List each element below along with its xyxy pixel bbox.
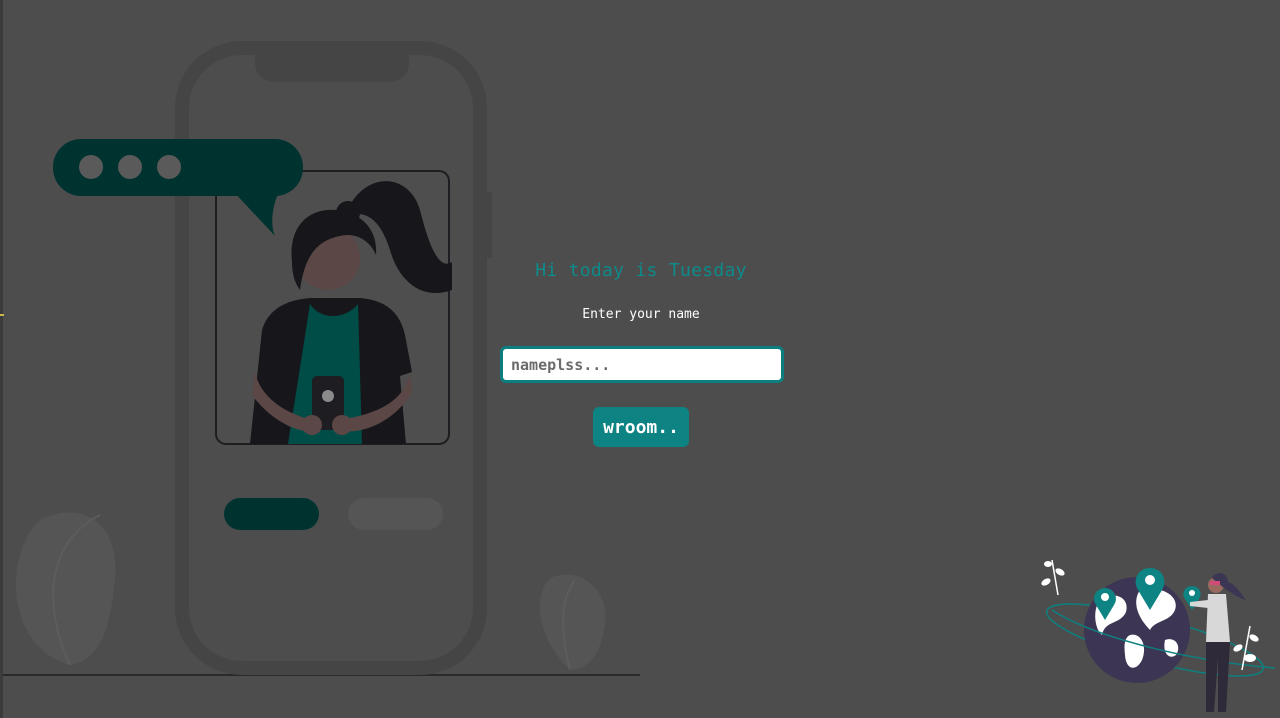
submit-button[interactable]: wroom.. — [593, 407, 689, 447]
leaf-decoration-left — [15, 512, 116, 666]
plant-sprig-icon — [1041, 559, 1065, 596]
secondary-action-pill — [348, 498, 443, 530]
world-map-travel-illustration — [1041, 559, 1276, 712]
name-prompt-label: Enter your name — [582, 307, 700, 322]
greeting-heading: Hi today is Tuesday — [535, 260, 747, 281]
name-input[interactable] — [500, 346, 784, 383]
name-form: Hi today is Tuesday Enter your name wroo… — [500, 250, 784, 447]
app-screen: Hi today is Tuesday Enter your name wroo… — [0, 0, 1280, 718]
primary-action-pill — [224, 498, 319, 530]
leaf-decoration-right — [539, 574, 606, 671]
profile-card — [215, 170, 452, 445]
